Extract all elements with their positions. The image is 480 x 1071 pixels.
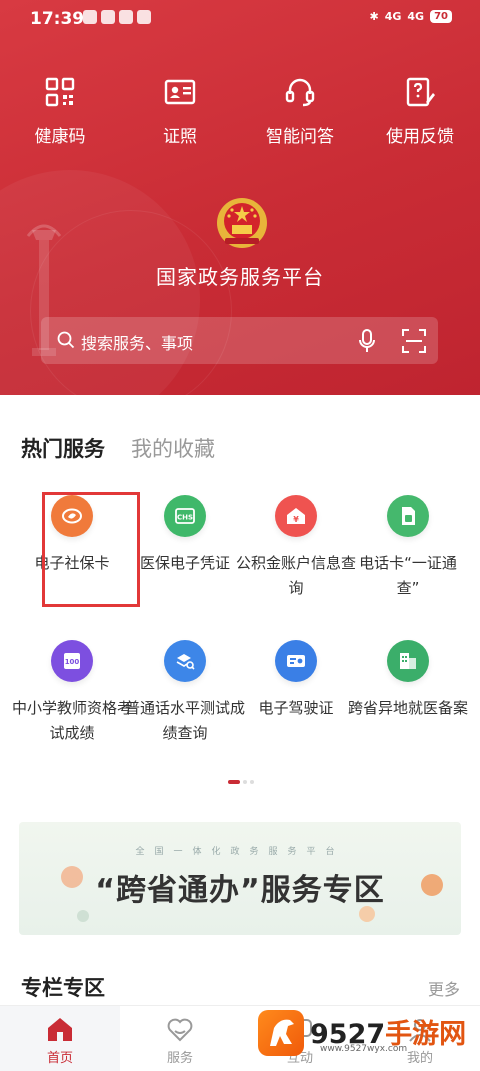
cross-province-banner[interactable]: 全国一体化政务服务平台 “跨省通办”服务专区 (19, 822, 461, 935)
qr-code-icon (45, 77, 75, 107)
page-dot (243, 780, 247, 784)
notification-icon (101, 10, 115, 24)
service-cross-province-medical[interactable]: 跨省异地就医备案 (348, 640, 468, 721)
home-icon (48, 1018, 72, 1041)
status-right: ✱ 4G 4G 70 (369, 10, 452, 23)
microphone-icon[interactable] (358, 329, 376, 353)
platform-title: 国家政务服务平台 (156, 265, 324, 289)
service-mandarin-test-score[interactable]: 普通话水平测试成绩查询 (125, 640, 245, 746)
status-bar: 17:39 ✱ 4G 4G 70 (0, 0, 480, 38)
headset-icon (285, 78, 315, 107)
quick-action-smart-qa[interactable]: 智能问答 (240, 76, 360, 147)
bluetooth-icon: ✱ (369, 10, 379, 23)
tab-label: 服务 (166, 1051, 193, 1066)
national-emblem-icon (217, 198, 267, 248)
service-label: 中小学教师资格考试成绩 (12, 699, 133, 742)
chs-icon: CHS (164, 495, 206, 537)
hero-header: 17:39 ✱ 4G 4G 70 健康码 证照 智能问答 使用反馈 国家政务服务… (0, 0, 480, 395)
banner-subtitle: 全国一体化政务服务平台 (135, 847, 345, 857)
network-label: 4G (407, 10, 425, 23)
svg-text:CHS: CHS (177, 514, 193, 522)
service-medical-insurance[interactable]: CHS 医保电子凭证 (125, 495, 245, 576)
notification-icon (83, 10, 97, 24)
tab-home[interactable]: 首页 (0, 1006, 120, 1071)
banner-decoration (77, 910, 89, 922)
service-teacher-exam-score[interactable]: 100 中小学教师资格考试成绩 (12, 640, 132, 746)
message-icon (137, 10, 151, 24)
service-label: 医保电子凭证 (139, 554, 230, 572)
driver-license-icon (275, 640, 317, 682)
svg-text:¥: ¥ (293, 515, 299, 524)
score-icon: 100 (51, 640, 93, 682)
service-label: 公积金账户信息查询 (236, 554, 357, 597)
quick-action-label: 证照 (163, 127, 197, 147)
tab-my-favorites[interactable]: 我的收藏 (131, 433, 215, 463)
service-housing-fund[interactable]: ¥ 公积金账户信息查询 (236, 495, 356, 601)
page-dot (250, 780, 254, 784)
test-search-icon (164, 640, 206, 682)
service-label: 普通话水平测试成绩查询 (125, 699, 246, 742)
id-card-icon (164, 79, 196, 105)
service-label: 电话卡“一证通查” (359, 554, 457, 597)
watermark-url: www.9527wyx.com (320, 1044, 408, 1054)
horse-logo-icon (258, 1010, 304, 1056)
quick-action-label: 智能问答 (266, 127, 334, 147)
banner-title: “跨省通办”服务专区 (95, 873, 385, 908)
service-e-driver-license[interactable]: 电子驾驶证 (236, 640, 356, 721)
highlight-box (42, 492, 140, 607)
battery-indicator: 70 (430, 10, 452, 23)
feedback-icon (406, 77, 435, 107)
notification-icons (83, 10, 151, 24)
section-title: 专栏专区 (21, 976, 105, 1000)
status-time: 17:39 (30, 9, 85, 29)
quick-action-label: 使用反馈 (386, 127, 454, 147)
search-bar[interactable]: 搜索服务、事项 (41, 317, 438, 364)
more-link[interactable]: 更多 (428, 976, 460, 1000)
quick-actions: 健康码 证照 智能问答 使用反馈 (0, 76, 480, 147)
service-label: 电子驾驶证 (258, 699, 334, 717)
quick-action-label: 健康码 (34, 127, 86, 147)
tab-hot-services[interactable]: 热门服务 (21, 433, 105, 463)
service-phone-card-check[interactable]: 电话卡“一证通查” (348, 495, 468, 601)
notification-icon (119, 10, 133, 24)
page-dot-active (228, 780, 240, 784)
scan-icon[interactable] (402, 329, 426, 353)
service-label: 跨省异地就医备案 (348, 699, 469, 717)
page-indicator (228, 780, 254, 784)
tab-label: 首页 (46, 1051, 73, 1066)
svg-text:100: 100 (65, 658, 80, 666)
quick-action-health-code[interactable]: 健康码 (0, 76, 120, 147)
watermark: 9527手游网 www.9527wyx.com (258, 1010, 466, 1058)
search-input[interactable]: 搜索服务、事项 (81, 330, 193, 354)
search-icon (57, 331, 75, 349)
medical-record-icon (387, 640, 429, 682)
quick-action-feedback[interactable]: 使用反馈 (360, 76, 480, 147)
tab-service[interactable]: 服务 (120, 1006, 240, 1071)
quick-action-certificates[interactable]: 证照 (120, 76, 240, 147)
service-icon (167, 1018, 193, 1042)
housing-fund-icon: ¥ (275, 495, 317, 537)
service-tabs: 热门服务 我的收藏 (21, 433, 215, 463)
sim-card-icon (387, 495, 429, 537)
service-row: 100 中小学教师资格考试成绩 普通话水平测试成绩查询 电子驾驶证 跨省异地就医… (0, 640, 480, 760)
network-label: 4G (384, 10, 402, 23)
